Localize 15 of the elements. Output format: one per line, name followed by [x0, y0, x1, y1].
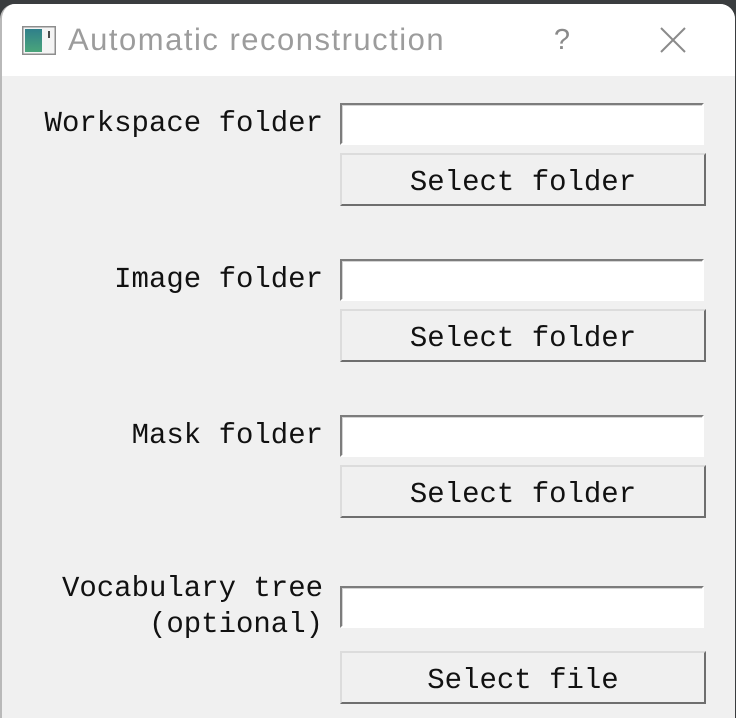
field-label: Mask folder — [130, 418, 323, 454]
browse-button[interactable]: Select file — [340, 651, 706, 704]
path-field[interactable] — [340, 259, 704, 301]
field-label: Image folder — [113, 262, 323, 298]
path-field[interactable] — [340, 415, 704, 457]
browse-button[interactable]: Select folder — [340, 153, 706, 206]
field-label: Workspace folder — [44, 106, 323, 142]
browse-button[interactable]: Select folder — [340, 465, 706, 518]
window-title: Automatic reconstruction — [68, 20, 446, 59]
window-icon — [22, 26, 56, 54]
browse-button[interactable]: Select folder — [340, 309, 706, 362]
path-field[interactable] — [340, 103, 704, 145]
path-field[interactable] — [340, 586, 704, 628]
field-label: Vocabulary tree (optional) — [60, 571, 323, 643]
close-icon — [660, 27, 686, 53]
